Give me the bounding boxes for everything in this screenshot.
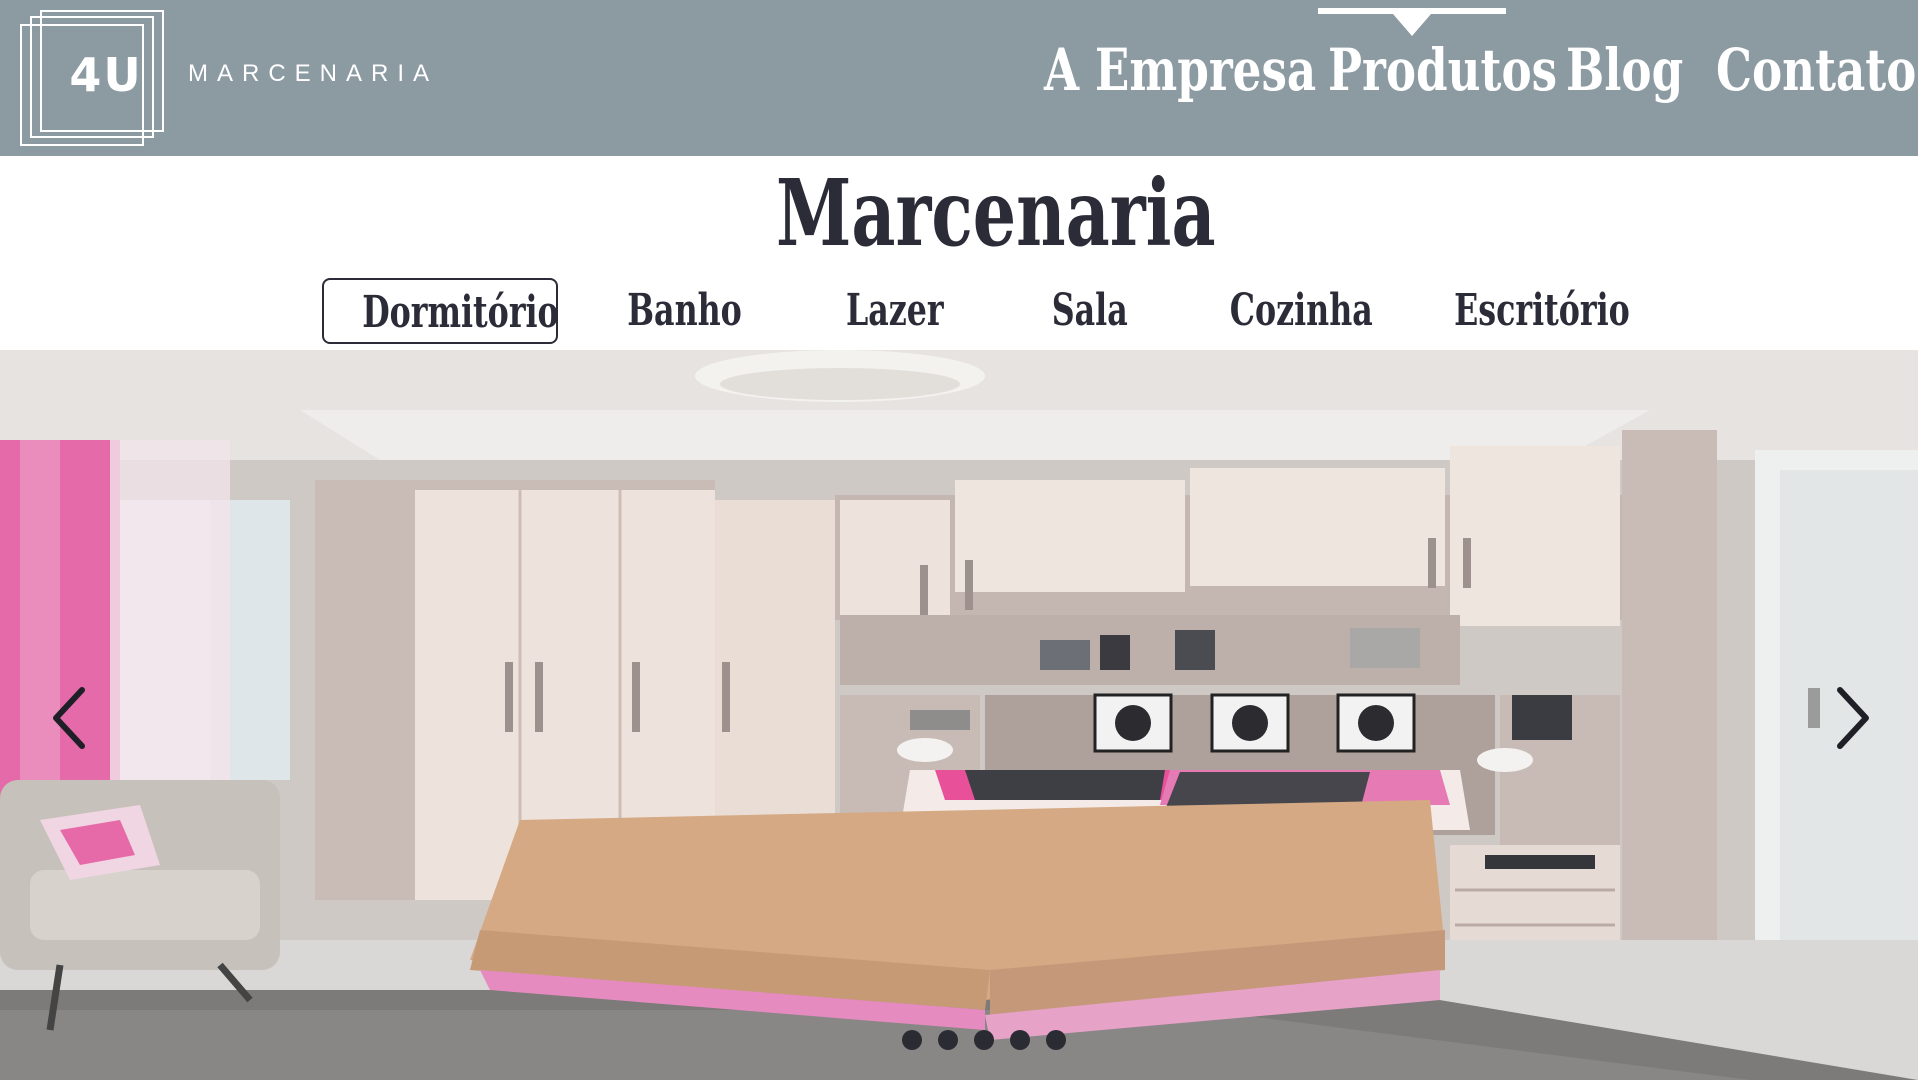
page-title: Marcenaria xyxy=(776,159,1216,267)
carousel-next-button[interactable] xyxy=(1826,680,1886,760)
carousel-dot-5[interactable] xyxy=(1046,1030,1066,1050)
tab-lazer[interactable]: Lazer xyxy=(790,278,1000,344)
tab-label: Lazer xyxy=(846,285,944,336)
nav-link-a-empresa[interactable]: A Empresa xyxy=(1044,30,1316,110)
tab-banho[interactable]: Banho xyxy=(580,278,790,344)
nav-link-contato[interactable]: Contato xyxy=(1716,30,1916,110)
carousel-dot-4[interactable] xyxy=(1010,1030,1030,1050)
tab-label: Banho xyxy=(627,285,743,336)
hero-carousel xyxy=(0,350,1918,1080)
carousel-dot-2[interactable] xyxy=(938,1030,958,1050)
site-header: 4U MARCENARIA A Empresa Produtos Blog Co… xyxy=(0,0,1918,156)
nav-link-blog[interactable]: Blog xyxy=(1566,30,1683,110)
chevron-left-icon xyxy=(53,687,85,749)
tab-label: Cozinha xyxy=(1229,285,1373,336)
nav-link-produtos[interactable]: Produtos xyxy=(1328,30,1557,110)
tab-cozinha[interactable]: Cozinha xyxy=(1190,278,1412,344)
tab-label: Dormitório xyxy=(362,287,559,338)
chevron-right-icon xyxy=(1837,687,1869,749)
tab-label: Sala xyxy=(1052,285,1128,336)
carousel-dot-3[interactable] xyxy=(974,1030,994,1050)
carousel-dot-1[interactable] xyxy=(902,1030,922,1050)
tab-label: Escritório xyxy=(1454,285,1630,336)
main-nav: A Empresa Produtos Blog Contato xyxy=(0,0,1918,156)
bedroom-slide-image xyxy=(0,350,1918,1080)
tab-dormitorio[interactable]: Dormitório xyxy=(322,278,559,344)
tab-escritorio[interactable]: Escritório xyxy=(1420,278,1656,344)
carousel-prev-button[interactable] xyxy=(44,680,104,760)
tab-sala[interactable]: Sala xyxy=(990,278,1190,344)
